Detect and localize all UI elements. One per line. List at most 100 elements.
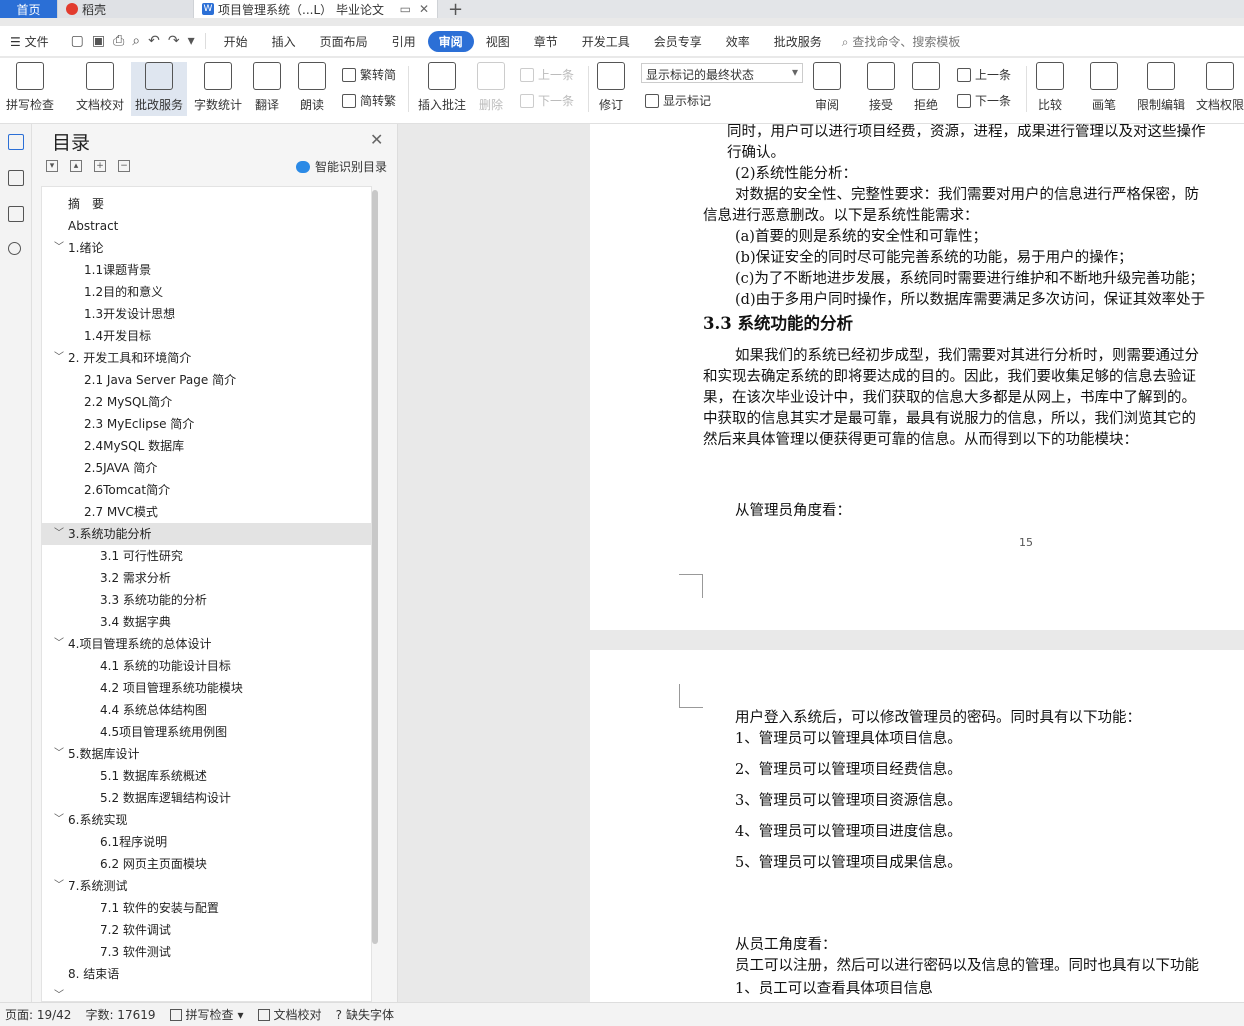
toc-item[interactable]: 2.6Tomcat简介 bbox=[42, 479, 371, 501]
toc-item[interactable]: 7.2 软件调试 bbox=[42, 919, 371, 941]
status-doc-proof[interactable]: 文档校对 bbox=[257, 1006, 322, 1023]
toc-item[interactable]: 7.1 软件的安装与配置 bbox=[42, 897, 371, 919]
status-missing-font[interactable]: ? 缺失字体 bbox=[336, 1006, 394, 1023]
add-heading-icon[interactable]: + bbox=[94, 160, 106, 172]
menu-review[interactable]: 审阅 bbox=[427, 30, 474, 52]
prev-change-button[interactable]: 上一条 bbox=[957, 66, 1011, 83]
toc-item[interactable]: 8. 结束语 bbox=[42, 963, 371, 985]
new-tab-button[interactable]: + bbox=[438, 0, 473, 20]
toc-item[interactable]: ﹀ 2. 开发工具和环境简介 bbox=[42, 347, 371, 369]
command-search[interactable]: ⌕ 查找命令、搜索模板 bbox=[842, 33, 961, 50]
tab-home[interactable]: 首页 bbox=[0, 0, 58, 18]
menu-layout[interactable]: 页面布局 bbox=[308, 33, 380, 50]
insert-comment-button[interactable]: 插入批注 bbox=[418, 62, 466, 113]
toc-item[interactable]: 4.2 项目管理系统功能模块 bbox=[42, 677, 371, 699]
page-indicator[interactable]: 页面: 19/42 bbox=[5, 1006, 71, 1023]
markup-state-select[interactable]: 显示标记的最终状态 bbox=[641, 63, 803, 83]
toc-item[interactable]: ﹀ 7.系统测试 bbox=[42, 875, 371, 897]
menu-insert[interactable]: 插入 bbox=[260, 33, 308, 50]
menu-developer[interactable]: 开发工具 bbox=[570, 33, 642, 50]
find-icon[interactable] bbox=[8, 242, 21, 255]
toc-item[interactable]: 6.2 网页主页面模块 bbox=[42, 853, 371, 875]
toc-item[interactable]: 2.2 MySQL简介 bbox=[42, 391, 371, 413]
spell-check-button[interactable]: 拼写检查 bbox=[6, 62, 54, 113]
delete-comment-button[interactable]: 删除 bbox=[477, 62, 505, 113]
menu-correction[interactable]: 批改服务 bbox=[762, 33, 834, 50]
read-aloud-button[interactable]: 朗读 bbox=[298, 62, 326, 113]
toc-scrollbar[interactable] bbox=[372, 190, 378, 944]
translate-button[interactable]: 翻译 bbox=[253, 62, 281, 113]
pen-button[interactable]: 画笔 bbox=[1090, 62, 1118, 113]
toc-item[interactable]: 2.4MySQL 数据库 bbox=[42, 435, 371, 457]
prev-comment-button[interactable]: 上一条 bbox=[520, 66, 574, 83]
toc-item[interactable]: 3.2 需求分析 bbox=[42, 567, 371, 589]
toc-panel-icon[interactable] bbox=[8, 134, 24, 150]
chevron-down-icon[interactable]: ﹀ bbox=[54, 743, 64, 765]
menu-member[interactable]: 会员专享 bbox=[642, 33, 714, 50]
show-markup-button[interactable]: 显示标记 bbox=[645, 92, 711, 109]
toc-item[interactable]: 2.3 MyEclipse 简介 bbox=[42, 413, 371, 435]
toc-item[interactable]: 1.2目的和意义 bbox=[42, 281, 371, 303]
expand-all-icon[interactable]: ▴ bbox=[70, 160, 82, 172]
save-icon[interactable]: ▢ bbox=[71, 33, 84, 49]
toc-item[interactable]: 5.2 数据库逻辑结构设计 bbox=[42, 787, 371, 809]
menu-references[interactable]: 引用 bbox=[380, 33, 428, 50]
toc-item[interactable]: 6.1程序说明 bbox=[42, 831, 371, 853]
toc-item[interactable]: 1.1课题背景 bbox=[42, 259, 371, 281]
toc-item[interactable]: 4.5项目管理系统用例图 bbox=[42, 721, 371, 743]
simp-to-trad-button[interactable]: 简转繁 bbox=[342, 92, 396, 109]
compare-button[interactable]: 比较 bbox=[1036, 62, 1064, 113]
toc-item[interactable]: 5.1 数据库系统概述 bbox=[42, 765, 371, 787]
menu-efficiency[interactable]: 效率 bbox=[714, 33, 762, 50]
print-icon[interactable]: ⎙ bbox=[113, 33, 124, 49]
export-pdf-icon[interactable]: ▣ bbox=[92, 33, 105, 49]
chevron-down-icon[interactable]: ﹀ bbox=[54, 633, 64, 655]
chevron-down-icon[interactable]: ﹀ bbox=[54, 347, 64, 369]
chevron-down-icon[interactable]: ﹀ bbox=[54, 237, 64, 259]
toc-item[interactable]: 1.4开发目标 bbox=[42, 325, 371, 347]
menu-start[interactable]: 开始 bbox=[212, 33, 260, 50]
toc-item[interactable]: 4.4 系统总体结构图 bbox=[42, 699, 371, 721]
smart-toc-button[interactable]: 智能识别目录 bbox=[296, 158, 387, 175]
word-count-indicator[interactable]: 字数: 17619 bbox=[85, 1006, 155, 1023]
toc-item[interactable]: ﹀ 4.项目管理系统的总体设计 bbox=[42, 633, 371, 655]
toc-item[interactable]: 2.7 MVC模式 bbox=[42, 501, 371, 523]
redo-icon[interactable]: ↷ bbox=[168, 33, 180, 49]
chevron-down-icon[interactable]: ﹀ bbox=[54, 809, 64, 831]
toc-item[interactable]: 3.3 系统功能的分析 bbox=[42, 589, 371, 611]
toc-item[interactable]: 2.5JAVA 简介 bbox=[42, 457, 371, 479]
customize-icon[interactable]: ▾ bbox=[188, 33, 195, 49]
track-changes-button[interactable]: 修订 bbox=[597, 62, 625, 113]
toc-item[interactable]: ﹀ 5.数据库设计 bbox=[42, 743, 371, 765]
toc-item[interactable]: ﹀ 6.系统实现 bbox=[42, 809, 371, 831]
review-service-button[interactable]: 批改服务 bbox=[131, 62, 187, 116]
toc-item[interactable]: 3.1 可行性研究 bbox=[42, 545, 371, 567]
toc-item[interactable]: 7.3 软件测试 bbox=[42, 941, 371, 963]
doc-permission-button[interactable]: 文档权限 bbox=[1196, 62, 1244, 113]
close-tab-icon[interactable]: ✕ bbox=[419, 2, 429, 16]
next-comment-button[interactable]: 下一条 bbox=[520, 92, 574, 109]
bookmark-icon[interactable] bbox=[8, 206, 24, 222]
close-icon[interactable]: ✕ bbox=[370, 130, 383, 149]
next-change-button[interactable]: 下一条 bbox=[957, 92, 1011, 109]
file-menu[interactable]: ☰ 文件 bbox=[8, 33, 61, 50]
tab-document[interactable]: W 项目管理系统（...L） 毕业论文 ▭ ✕ bbox=[194, 0, 438, 18]
toc-item[interactable]: 4.1 系统的功能设计目标 bbox=[42, 655, 371, 677]
menu-section[interactable]: 章节 bbox=[522, 33, 570, 50]
collapse-all-icon[interactable]: ▾ bbox=[46, 160, 58, 172]
restrict-editing-button[interactable]: 限制编辑 bbox=[1137, 62, 1185, 113]
chevron-down-icon[interactable]: ﹀ bbox=[54, 985, 64, 1001]
doc-proof-button[interactable]: 文档校对 bbox=[76, 62, 124, 113]
toc-item[interactable]: 1.3开发设计思想 bbox=[42, 303, 371, 325]
review-pane-button[interactable]: 审阅 bbox=[813, 62, 841, 113]
toc-item[interactable]: 2.1 Java Server Page 简介 bbox=[42, 369, 371, 391]
tab-daoke[interactable]: 稻壳 bbox=[58, 0, 194, 18]
chevron-down-icon[interactable]: ﹀ bbox=[54, 523, 64, 545]
print-preview-icon[interactable]: ⌕ bbox=[132, 33, 140, 49]
reject-button[interactable]: 拒绝 bbox=[912, 62, 940, 113]
undo-icon[interactable]: ↶ bbox=[148, 33, 160, 49]
toc-item[interactable]: Abstract bbox=[42, 215, 371, 237]
chevron-down-icon[interactable]: ﹀ bbox=[54, 875, 64, 897]
toc-item[interactable]: ﹀ 1.绪论 bbox=[42, 237, 371, 259]
menu-view[interactable]: 视图 bbox=[474, 33, 522, 50]
